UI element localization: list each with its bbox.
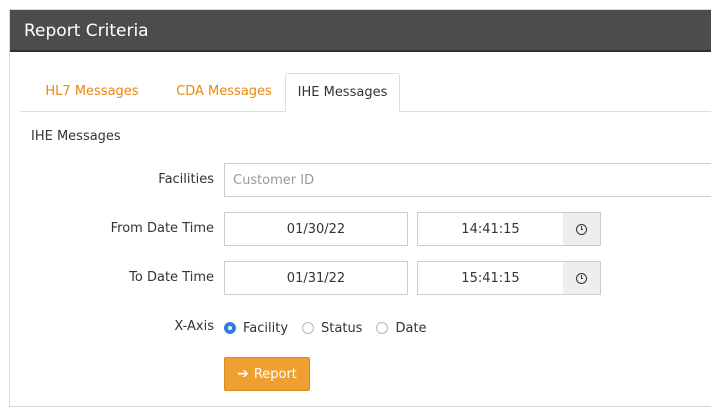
facilities-label: Facilities: [158, 172, 214, 187]
radio-option-status[interactable]: Status: [302, 321, 362, 336]
to-date-input[interactable]: [224, 261, 408, 295]
facilities-input[interactable]: [224, 163, 711, 197]
clock-icon: [576, 272, 587, 284]
radio-option-facility[interactable]: Facility: [224, 321, 288, 336]
from-time-picker-button[interactable]: [563, 212, 601, 246]
from-time-input[interactable]: [417, 212, 564, 246]
radio-option-date[interactable]: Date: [376, 320, 427, 336]
radio-button-date[interactable]: [376, 322, 389, 334]
to-time-picker-button[interactable]: [563, 261, 601, 295]
radio-label-date: Date: [395, 320, 427, 336]
tab-cda-messages[interactable]: CDA Messages: [164, 73, 284, 112]
radio-button-status[interactable]: [302, 322, 315, 334]
x-axis-radio-group: Facility Status Date: [224, 319, 441, 337]
x-axis-label: X-Axis: [174, 319, 214, 334]
arrow-right-icon: ➔: [237, 366, 249, 382]
report-criteria-panel: Report Criteria HL7 Messages CDA Message…: [9, 9, 711, 407]
report-button-label: Report: [253, 366, 297, 382]
panel-title: Report Criteria: [24, 21, 149, 41]
radio-label-status: Status: [321, 320, 363, 336]
tab-ihe-messages[interactable]: IHE Messages: [285, 73, 400, 112]
to-time-input[interactable]: [417, 261, 564, 295]
radio-label-facility: Facility: [243, 320, 289, 336]
section-label: IHE Messages: [31, 129, 121, 144]
report-button[interactable]: ➔ Report: [224, 357, 310, 391]
panel-header: Report Criteria: [10, 10, 711, 52]
from-date-input[interactable]: [224, 212, 408, 246]
tab-hl7-messages[interactable]: HL7 Messages: [20, 73, 164, 112]
radio-button-facility[interactable]: [224, 322, 236, 334]
from-date-time-label: From Date Time: [110, 221, 214, 236]
to-date-time-label: To Date Time: [129, 270, 214, 285]
clock-icon: [576, 223, 587, 235]
